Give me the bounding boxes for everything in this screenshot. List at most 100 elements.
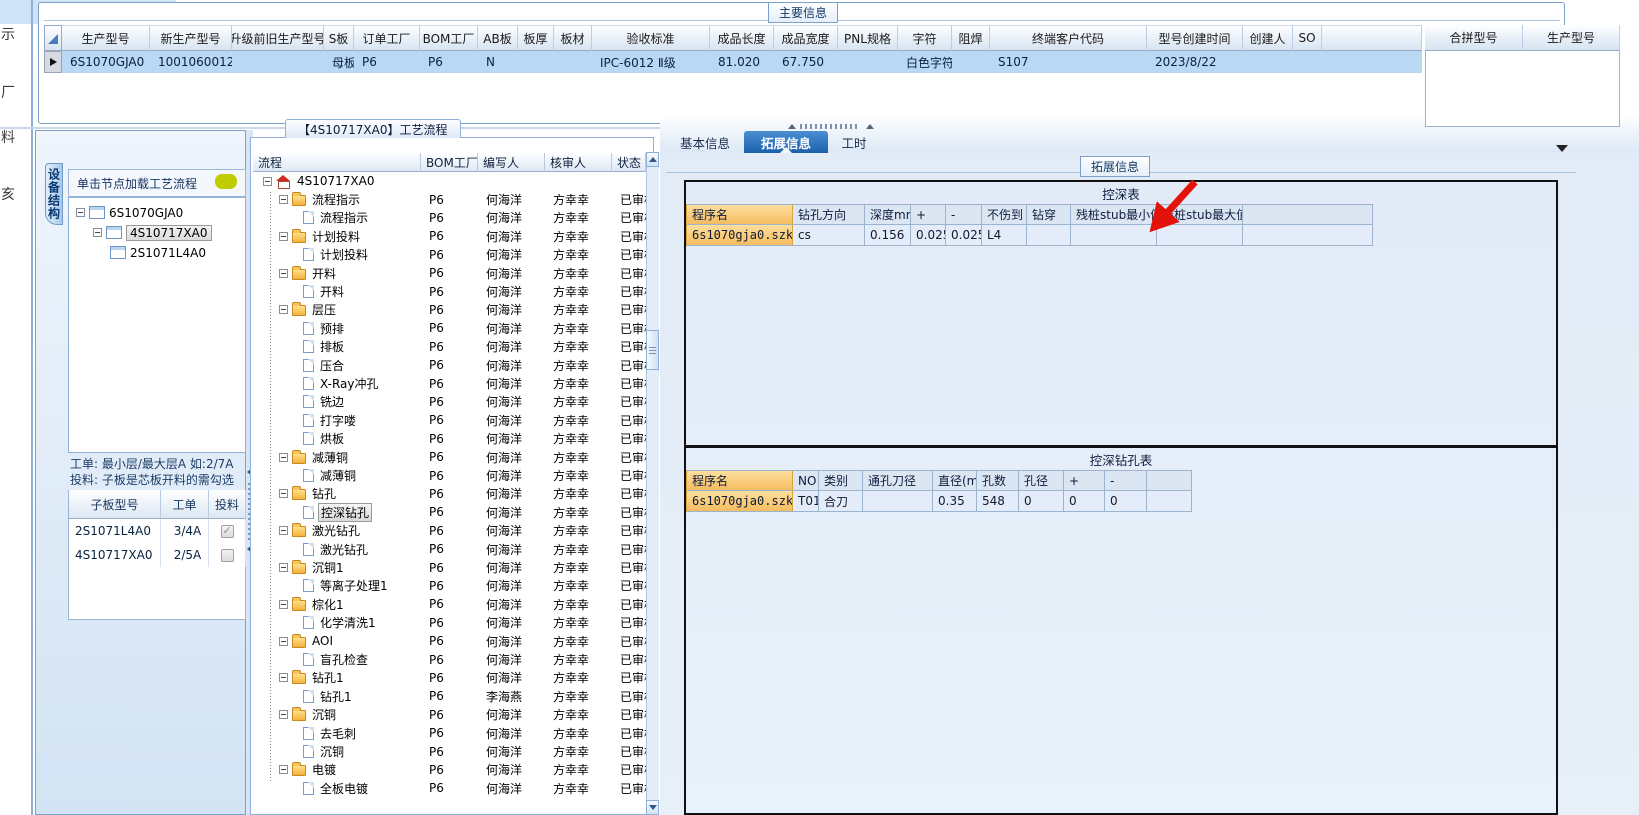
- tree-expander-icon[interactable]: [279, 599, 288, 609]
- process-row[interactable]: 沉铜 P6 何海洋 方幸幸 已审核: [253, 706, 646, 724]
- process-row[interactable]: 烘板 P6 何海洋 方幸幸 已审核: [253, 430, 646, 448]
- process-node-label[interactable]: 4S10717XA0: [295, 174, 377, 188]
- process-node-label[interactable]: 激光钻孔: [310, 522, 362, 539]
- process-node-label[interactable]: 盲孔检查: [318, 651, 370, 668]
- subboard-model-cell[interactable]: 2S1071L4A0: [69, 519, 161, 543]
- process-node-label[interactable]: 化学清洗1: [318, 614, 378, 631]
- process-row[interactable]: 减薄铜 P6 何海洋 方幸幸 已审核: [253, 448, 646, 466]
- process-row[interactable]: 盲孔检查 P6 何海洋 方幸幸 已审核: [253, 650, 646, 668]
- process-node-label[interactable]: 钻孔: [310, 485, 338, 502]
- tree-expander-icon[interactable]: [279, 489, 288, 499]
- process-node-label[interactable]: 烘板: [318, 430, 346, 447]
- process-node-label[interactable]: 全板电镀: [318, 780, 370, 797]
- process-row[interactable]: 沉铜 P6 何海洋 方幸幸 已审核: [253, 742, 646, 760]
- process-row[interactable]: 开料 P6 何海洋 方幸幸 已审核: [253, 264, 646, 282]
- process-row[interactable]: 等离子处理1 P6 何海洋 方幸幸 已审核: [253, 577, 646, 595]
- process-row[interactable]: 钻孔 P6 何海洋 方幸幸 已审核: [253, 485, 646, 503]
- process-row[interactable]: 计划投料 P6 何海洋 方幸幸 已审核: [253, 246, 646, 264]
- feed-checkbox[interactable]: [220, 524, 234, 538]
- process-node-label[interactable]: 流程指示: [310, 191, 362, 208]
- tree-expander-icon[interactable]: [279, 636, 288, 646]
- process-node-label[interactable]: 计划投料: [310, 228, 362, 245]
- process-row[interactable]: 去毛刺 P6 何海洋 方幸幸 已审核: [253, 724, 646, 742]
- process-row[interactable]: 打字喽 P6 何海洋 方幸幸 已审核: [253, 411, 646, 429]
- scroll-up-button[interactable]: [646, 152, 659, 167]
- process-row[interactable]: 计划投料 P6 何海洋 方幸幸 已审核: [253, 227, 646, 245]
- tree-expander-icon[interactable]: [279, 231, 288, 241]
- splitter-arrow-icon[interactable]: [866, 124, 874, 129]
- tree-expander-icon[interactable]: [76, 208, 85, 217]
- process-row[interactable]: 预排 P6 何海洋 方幸幸 已审核: [253, 319, 646, 337]
- tree-expander-icon[interactable]: [263, 176, 272, 186]
- process-node-label[interactable]: 沉铜1: [310, 559, 346, 576]
- row-selector-cell[interactable]: [44, 51, 62, 73]
- select-all-cell[interactable]: [44, 25, 62, 51]
- process-row[interactable]: 层压 P6 何海洋 方幸幸 已审核: [253, 301, 646, 319]
- process-node-label[interactable]: 层压: [310, 301, 338, 318]
- tree-expander-icon[interactable]: [279, 452, 288, 462]
- tab-device-structure[interactable]: 设备结构: [45, 163, 63, 225]
- process-node-label[interactable]: 压合: [318, 357, 346, 374]
- process-scrollbar[interactable]: [646, 152, 659, 815]
- process-row[interactable]: 化学清洗1 P6 何海洋 方幸幸 已审核: [253, 614, 646, 632]
- process-row[interactable]: 激光钻孔 P6 何海洋 方幸幸 已审核: [253, 522, 646, 540]
- process-node-label[interactable]: 沉铜: [310, 706, 338, 723]
- subboard-model-cell[interactable]: 4S10717XA0: [69, 543, 161, 567]
- process-node-label[interactable]: 电镀: [310, 761, 338, 778]
- splitter-arrow-icon[interactable]: [788, 124, 796, 129]
- tree-expander-icon[interactable]: [279, 710, 288, 720]
- scroll-down-button[interactable]: [646, 800, 659, 815]
- process-node-label[interactable]: 流程指示: [318, 209, 370, 226]
- process-node-label[interactable]: 减薄铜: [318, 467, 358, 484]
- tab-process-flow[interactable]: 【4S10717XA0】工艺流程: [285, 119, 461, 138]
- process-node-label[interactable]: 计划投料: [318, 246, 370, 263]
- process-row[interactable]: 电镀 P6 何海洋 方幸幸 已审核: [253, 761, 646, 779]
- process-node-label[interactable]: 开料: [310, 265, 338, 282]
- process-row[interactable]: 激光钻孔 P6 何海洋 方幸幸 已审核: [253, 540, 646, 558]
- tree-expander-icon[interactable]: [279, 268, 288, 278]
- process-node-label[interactable]: 沉铜: [318, 743, 346, 760]
- process-row[interactable]: 减薄铜 P6 何海洋 方幸幸 已审核: [253, 466, 646, 484]
- process-row[interactable]: 钻孔1 P6 李海燕 方幸幸 已审核: [253, 687, 646, 705]
- process-node-label[interactable]: 控深钻孔: [318, 503, 373, 522]
- process-node-label[interactable]: AOI: [310, 634, 335, 648]
- feed-checkbox[interactable]: [220, 548, 234, 562]
- process-node-label[interactable]: 减薄铜: [310, 449, 350, 466]
- tree-expander-icon[interactable]: [279, 195, 288, 205]
- process-node-label[interactable]: 激光钻孔: [318, 541, 370, 558]
- process-row[interactable]: 沉铜1 P6 何海洋 方幸幸 已审核: [253, 558, 646, 576]
- tab-work-hours[interactable]: 工时: [830, 131, 878, 153]
- tree-expander-icon[interactable]: [279, 563, 288, 573]
- process-node-label[interactable]: 打字喽: [318, 412, 358, 429]
- process-row[interactable]: 压合 P6 何海洋 方幸幸 已审核: [253, 356, 646, 374]
- device-tree-node[interactable]: 4S10717XA0: [93, 223, 246, 242]
- process-row[interactable]: 棕化1 P6 何海洋 方幸幸 已审核: [253, 595, 646, 613]
- process-row[interactable]: 全板电镀 P6 何海洋 方幸幸 已审核: [253, 779, 646, 797]
- process-node-label[interactable]: 预排: [318, 320, 346, 337]
- process-node-label[interactable]: 开料: [318, 283, 346, 300]
- tree-expander-icon[interactable]: [93, 228, 102, 237]
- tab-basic-info[interactable]: 基本信息: [668, 131, 742, 153]
- process-node-label[interactable]: 去毛刺: [318, 725, 358, 742]
- process-node-label[interactable]: 等离子处理1: [318, 577, 390, 594]
- process-node-label[interactable]: 铣边: [318, 393, 346, 410]
- tree-expander-icon[interactable]: [279, 673, 288, 683]
- process-row[interactable]: 流程指示 P6 何海洋 方幸幸 已审核: [253, 209, 646, 227]
- process-row[interactable]: 排板 P6 何海洋 方幸幸 已审核: [253, 338, 646, 356]
- top-splitter-grip[interactable]: [800, 124, 858, 129]
- process-row[interactable]: 4S10717XA0: [253, 172, 646, 190]
- process-row[interactable]: 铣边 P6 何海洋 方幸幸 已审核: [253, 393, 646, 411]
- process-row[interactable]: 钻孔1 P6 何海洋 方幸幸 已审核: [253, 669, 646, 687]
- tree-expander-icon[interactable]: [279, 765, 288, 775]
- device-tree-node[interactable]: 2S1071L4A0: [110, 243, 246, 262]
- process-node-label[interactable]: 钻孔1: [318, 688, 354, 705]
- process-row-selected[interactable]: 控深钻孔 P6 何海洋 方幸幸 已审核: [253, 503, 646, 522]
- process-row[interactable]: X-Ray冲孔 P6 何海洋 方幸幸 已审核: [253, 374, 646, 392]
- process-node-label[interactable]: 棕化1: [310, 596, 346, 613]
- scrollbar-thumb[interactable]: [646, 330, 659, 370]
- process-row[interactable]: 流程指示 P6 何海洋 方幸幸 已审核: [253, 190, 646, 208]
- tree-expander-icon[interactable]: [279, 305, 288, 315]
- process-row[interactable]: 开料 P6 何海洋 方幸幸 已审核: [253, 282, 646, 300]
- process-node-label[interactable]: 钻孔1: [310, 669, 346, 686]
- tab-overflow-dropdown-icon[interactable]: [1556, 145, 1568, 152]
